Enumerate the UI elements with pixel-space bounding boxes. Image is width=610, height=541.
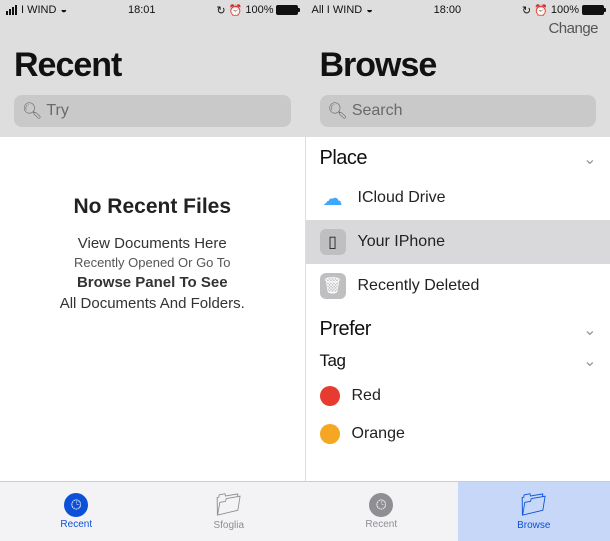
page-title: Recent	[14, 46, 291, 85]
tag-label: Red	[352, 387, 381, 405]
tab-bar: 🕒︎ Recent 📁︎ Sfoglia 🕒︎ Recent 📁︎ Browse	[0, 481, 610, 541]
tab-browse[interactable]: 📁︎ Sfoglia	[153, 482, 306, 541]
empty-title: No Recent Files	[14, 195, 291, 219]
tag-label: Orange	[352, 425, 405, 443]
chevron-down-icon: ⌄	[583, 351, 596, 371]
list-item-label: ICloud Drive	[358, 189, 446, 207]
tag-dot-icon	[320, 386, 340, 406]
section-label: Place	[320, 147, 368, 170]
browse-pane: All I WIND ◒ 18:00 ↻ ⏰ 100% Change Brows…	[306, 0, 610, 541]
orientation-lock-icon: ↻	[522, 4, 531, 17]
change-button[interactable]: Change	[548, 20, 598, 37]
tab-recent[interactable]: 🕒︎ Recent	[305, 482, 458, 541]
tag-dot-icon	[320, 424, 340, 444]
tab-label: Recent	[365, 519, 397, 530]
section-label: Tag	[320, 351, 346, 371]
search-input[interactable]: 🔍︎ Try	[14, 95, 291, 127]
search-placeholder: Try	[46, 102, 69, 120]
list-item-label: Your IPhone	[358, 233, 445, 251]
folder-icon: 📁︎	[520, 492, 548, 518]
clock-icon: 🕒︎	[369, 493, 393, 517]
empty-line: Recently Opened Or Go To	[14, 254, 291, 272]
section-tag[interactable]: Tag ⌄	[306, 347, 610, 377]
alarm-icon: ⏰	[534, 4, 548, 17]
battery-icon	[276, 5, 298, 15]
tab-recent[interactable]: 🕒︎ Recent	[0, 482, 153, 541]
section-label: Prefer	[320, 318, 371, 341]
carrier-label: All I WIND	[312, 4, 363, 16]
search-input[interactable]: 🔍︎ Search	[320, 95, 597, 127]
search-icon: 🔍︎	[328, 101, 348, 121]
cloud-icon: ☁	[320, 185, 346, 211]
list-item-deleted[interactable]: 🗑︎ Recently Deleted	[306, 264, 610, 308]
signal-icon	[6, 5, 17, 15]
recent-pane: I WIND ◒ 18:01 ↻ ⏰ 100% Recent 🔍︎ Try No…	[0, 0, 306, 541]
list-item-icloud[interactable]: ☁ ICloud Drive	[306, 176, 610, 220]
alarm-icon: ⏰	[229, 4, 243, 17]
orientation-lock-icon: ↻	[216, 4, 225, 17]
tab-label: Sfoglia	[213, 520, 244, 531]
section-place[interactable]: Place ⌄	[306, 137, 610, 176]
empty-state: No Recent Files View Documents Here Rece…	[0, 137, 305, 314]
list-item-label: Recently Deleted	[358, 277, 480, 295]
wifi-icon: ◒	[366, 4, 373, 16]
search-icon: 🔍︎	[22, 101, 42, 121]
battery-icon	[582, 5, 604, 15]
empty-line: Browse Panel To See	[14, 272, 291, 293]
list-item-iphone[interactable]: ▯ Your IPhone	[306, 220, 610, 264]
page-title: Browse	[320, 46, 597, 85]
header: Recent 🔍︎ Try	[0, 20, 305, 137]
empty-line: All Documents And Folders.	[14, 293, 291, 314]
status-bar: I WIND ◒ 18:01 ↻ ⏰ 100%	[0, 0, 305, 20]
clock: 18:01	[128, 4, 156, 16]
clock: 18:00	[434, 4, 462, 16]
battery-percent: 100%	[245, 4, 273, 16]
search-placeholder: Search	[352, 102, 403, 120]
chevron-down-icon: ⌄	[583, 149, 596, 169]
clock-icon: 🕒︎	[64, 493, 88, 517]
phone-icon: ▯	[320, 229, 346, 255]
section-prefer[interactable]: Prefer ⌄	[306, 308, 610, 347]
tag-item-red[interactable]: Red	[306, 377, 610, 415]
tag-item-orange[interactable]: Orange	[306, 415, 610, 453]
chevron-down-icon: ⌄	[583, 320, 596, 340]
status-bar: All I WIND ◒ 18:00 ↻ ⏰ 100%	[306, 0, 610, 20]
battery-percent: 100%	[551, 4, 579, 16]
carrier-label: I WIND	[21, 4, 56, 16]
trash-icon: 🗑︎	[320, 273, 346, 299]
header: Change Browse 🔍︎ Search	[306, 20, 610, 137]
tab-label: Recent	[60, 519, 92, 530]
tab-browse[interactable]: 📁︎ Browse	[458, 482, 610, 541]
folder-icon: 📁︎	[215, 492, 243, 518]
empty-line: View Documents Here	[14, 233, 291, 254]
tab-label: Browse	[517, 520, 550, 531]
wifi-icon: ◒	[60, 4, 67, 16]
